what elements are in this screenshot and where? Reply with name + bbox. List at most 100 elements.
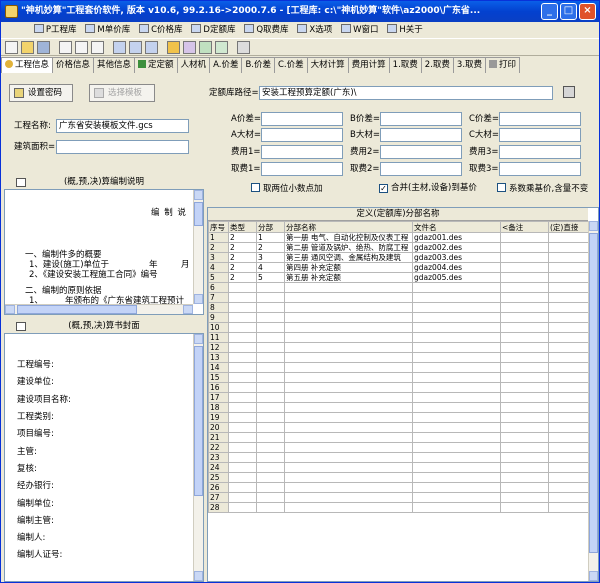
row-number[interactable]: 21 xyxy=(208,432,229,443)
table-cell[interactable] xyxy=(500,342,549,353)
table-cell[interactable] xyxy=(284,452,413,463)
calculator-icon[interactable] xyxy=(237,41,250,54)
table-cell[interactable] xyxy=(256,282,285,293)
table-cell[interactable] xyxy=(284,302,413,313)
table-row[interactable]: 17 xyxy=(208,392,589,403)
table-cell[interactable] xyxy=(256,432,285,443)
paste-icon[interactable] xyxy=(91,41,104,54)
table-row[interactable]: 10 xyxy=(208,322,589,333)
notes-hscroll[interactable] xyxy=(5,304,193,314)
browse-folder-icon[interactable] xyxy=(563,86,575,98)
table-cell[interactable] xyxy=(548,322,589,333)
tab-fee-calc[interactable]: 费用计算 xyxy=(347,57,390,73)
row-number[interactable]: 9 xyxy=(208,312,229,323)
table-cell[interactable] xyxy=(412,312,501,323)
table-cell[interactable] xyxy=(256,372,285,383)
table-cell[interactable] xyxy=(228,422,257,433)
table-cell[interactable] xyxy=(548,252,589,263)
table-row[interactable]: 8 xyxy=(208,302,589,313)
table-cell[interactable] xyxy=(256,322,285,333)
table-cell[interactable] xyxy=(284,392,413,403)
col-header-name[interactable]: 分部名称 xyxy=(284,221,413,233)
table-cell[interactable] xyxy=(548,452,589,463)
col-header-index[interactable]: 序号 xyxy=(208,221,229,233)
table-cell[interactable] xyxy=(500,462,549,473)
table-cell[interactable]: 2 xyxy=(228,232,257,243)
row-number[interactable]: 11 xyxy=(208,332,229,343)
save-icon[interactable] xyxy=(37,41,50,54)
table-row[interactable]: 19 xyxy=(208,412,589,423)
table-cell[interactable] xyxy=(256,292,285,303)
notes-textarea[interactable]: 编 制 说 一、编制件多的概要 1、建设(施工)单位于 年 月 2、《建设安装工… xyxy=(4,189,204,315)
table-cell[interactable] xyxy=(284,372,413,383)
menu-options[interactable]: X选项 xyxy=(295,22,336,38)
table-cell[interactable] xyxy=(228,472,257,483)
merge-base-checkbox[interactable]: ✓ 合并(主材,设备)到基价 xyxy=(379,183,477,194)
row-number[interactable]: 14 xyxy=(208,362,229,373)
table-cell[interactable] xyxy=(412,412,501,423)
table-cell[interactable]: 第一册 电气、自动化控制及仪表工程 xyxy=(284,232,413,243)
row-number[interactable]: 3 xyxy=(208,252,229,263)
table-cell[interactable] xyxy=(500,242,549,253)
table-cell[interactable] xyxy=(500,252,549,263)
table-cell[interactable] xyxy=(500,482,549,493)
row-number[interactable]: 2 xyxy=(208,242,229,253)
c-material-input[interactable] xyxy=(499,128,581,142)
table-cell[interactable] xyxy=(500,412,549,423)
table-cell[interactable]: 2 xyxy=(228,252,257,263)
table-cell[interactable]: 3 xyxy=(256,252,285,263)
table-cell[interactable] xyxy=(412,292,501,303)
table-row[interactable]: 25 xyxy=(208,472,589,483)
table-cell[interactable] xyxy=(548,502,589,513)
table-cell[interactable] xyxy=(548,232,589,243)
table-cell[interactable] xyxy=(548,482,589,493)
table-cell[interactable] xyxy=(548,312,589,323)
table-row[interactable]: 6 xyxy=(208,282,589,293)
table-row[interactable]: 27 xyxy=(208,492,589,503)
title-bar[interactable]: "神机妙算"工程套价软件, 版本 v10.6, 99.2.16->2000.7.… xyxy=(1,1,599,22)
area-input[interactable] xyxy=(56,140,189,154)
table-cell[interactable] xyxy=(256,502,285,513)
table-row[interactable]: 11 xyxy=(208,332,589,343)
table-cell[interactable] xyxy=(256,352,285,363)
table-cell[interactable] xyxy=(228,452,257,463)
table-cell[interactable] xyxy=(228,382,257,393)
tile-vertical-icon[interactable] xyxy=(145,41,158,54)
row-number[interactable]: 10 xyxy=(208,322,229,333)
table-cell[interactable] xyxy=(500,352,549,363)
table-row[interactable]: 18 xyxy=(208,402,589,413)
tab-fee-3[interactable]: 3.取费 xyxy=(452,57,487,73)
table-row[interactable]: 7 xyxy=(208,292,589,303)
table-cell[interactable] xyxy=(284,442,413,453)
table-cell[interactable] xyxy=(228,322,257,333)
table-row[interactable]: 24 xyxy=(208,462,589,473)
row-number[interactable]: 27 xyxy=(208,492,229,503)
table-cell[interactable] xyxy=(500,232,549,243)
table-cell[interactable] xyxy=(412,422,501,433)
table-cell[interactable] xyxy=(500,422,549,433)
table-cell[interactable] xyxy=(500,402,549,413)
row-number[interactable]: 7 xyxy=(208,292,229,303)
grid-vscroll[interactable] xyxy=(588,221,598,581)
tab-fee-1[interactable]: 1.取费 xyxy=(388,57,422,73)
table-cell[interactable] xyxy=(500,362,549,373)
table-cell[interactable] xyxy=(500,492,549,503)
table-cell[interactable] xyxy=(284,332,413,343)
row-number[interactable]: 5 xyxy=(208,272,229,283)
table-cell[interactable]: gdaz004.des xyxy=(412,262,501,273)
row-number[interactable]: 15 xyxy=(208,372,229,383)
table-cell[interactable] xyxy=(284,482,413,493)
table-cell[interactable] xyxy=(284,292,413,303)
table-cell[interactable] xyxy=(284,402,413,413)
table-cell[interactable] xyxy=(412,352,501,363)
table-cell[interactable] xyxy=(284,282,413,293)
table-cell[interactable] xyxy=(228,442,257,453)
table-cell[interactable] xyxy=(228,502,257,513)
table-cell[interactable] xyxy=(412,482,501,493)
table-cell[interactable] xyxy=(412,342,501,353)
close-button[interactable]: × xyxy=(579,3,596,20)
table-row[interactable]: 14 xyxy=(208,362,589,373)
table-cell[interactable] xyxy=(500,472,549,483)
tab-price-info[interactable]: 价格信息 xyxy=(52,57,95,73)
table-cell[interactable] xyxy=(256,382,285,393)
